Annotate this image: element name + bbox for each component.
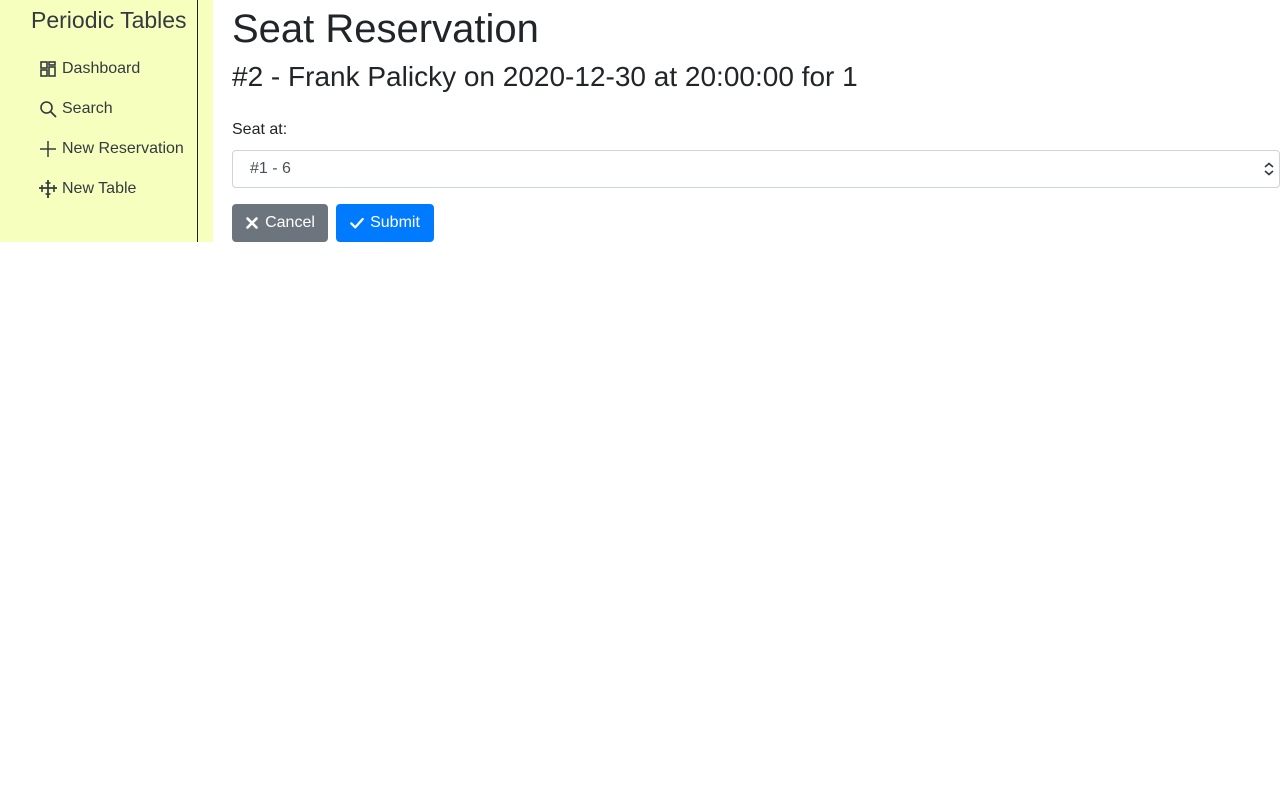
submit-button-label: Submit xyxy=(370,214,420,231)
sidebar-item-search[interactable]: Search xyxy=(38,97,113,121)
check-icon xyxy=(350,216,364,230)
plus-icon xyxy=(38,139,58,159)
reservation-summary: #2 - Frank Palicky on 2020-12-30 at 20:0… xyxy=(232,61,858,92)
seat-label: Seat at: xyxy=(232,121,288,138)
sidebar-item-label: Search xyxy=(62,100,113,117)
sidebar-item-new-reservation[interactable]: New Reservation xyxy=(38,137,184,161)
sidebar-item-label: New Table xyxy=(62,180,137,197)
sidebar-item-dashboard[interactable]: Dashboard xyxy=(38,57,140,81)
page-title: Seat Reservation xyxy=(232,7,539,51)
chevron-updown-icon xyxy=(1263,162,1275,176)
sidebar-item-new-table[interactable]: New Table xyxy=(38,177,136,201)
sidebar-item-label: New Reservation xyxy=(62,140,184,157)
cancel-button-label: Cancel xyxy=(265,214,315,231)
search-icon xyxy=(38,99,58,119)
brand-title[interactable]: Periodic Tables xyxy=(31,6,187,34)
close-icon xyxy=(245,216,259,230)
cancel-button[interactable]: Cancel xyxy=(232,204,328,242)
submit-button[interactable]: Submit xyxy=(336,204,434,242)
table-select[interactable]: #1 - 6 xyxy=(232,150,1280,188)
sidebar: Periodic Tables Dashboard Search New Res… xyxy=(0,0,213,242)
table-select-value: #1 - 6 xyxy=(250,160,291,177)
sidebar-item-label: Dashboard xyxy=(62,60,141,77)
sidebar-divider xyxy=(197,0,198,242)
dashboard-icon xyxy=(38,59,58,79)
table-icon xyxy=(38,179,58,199)
